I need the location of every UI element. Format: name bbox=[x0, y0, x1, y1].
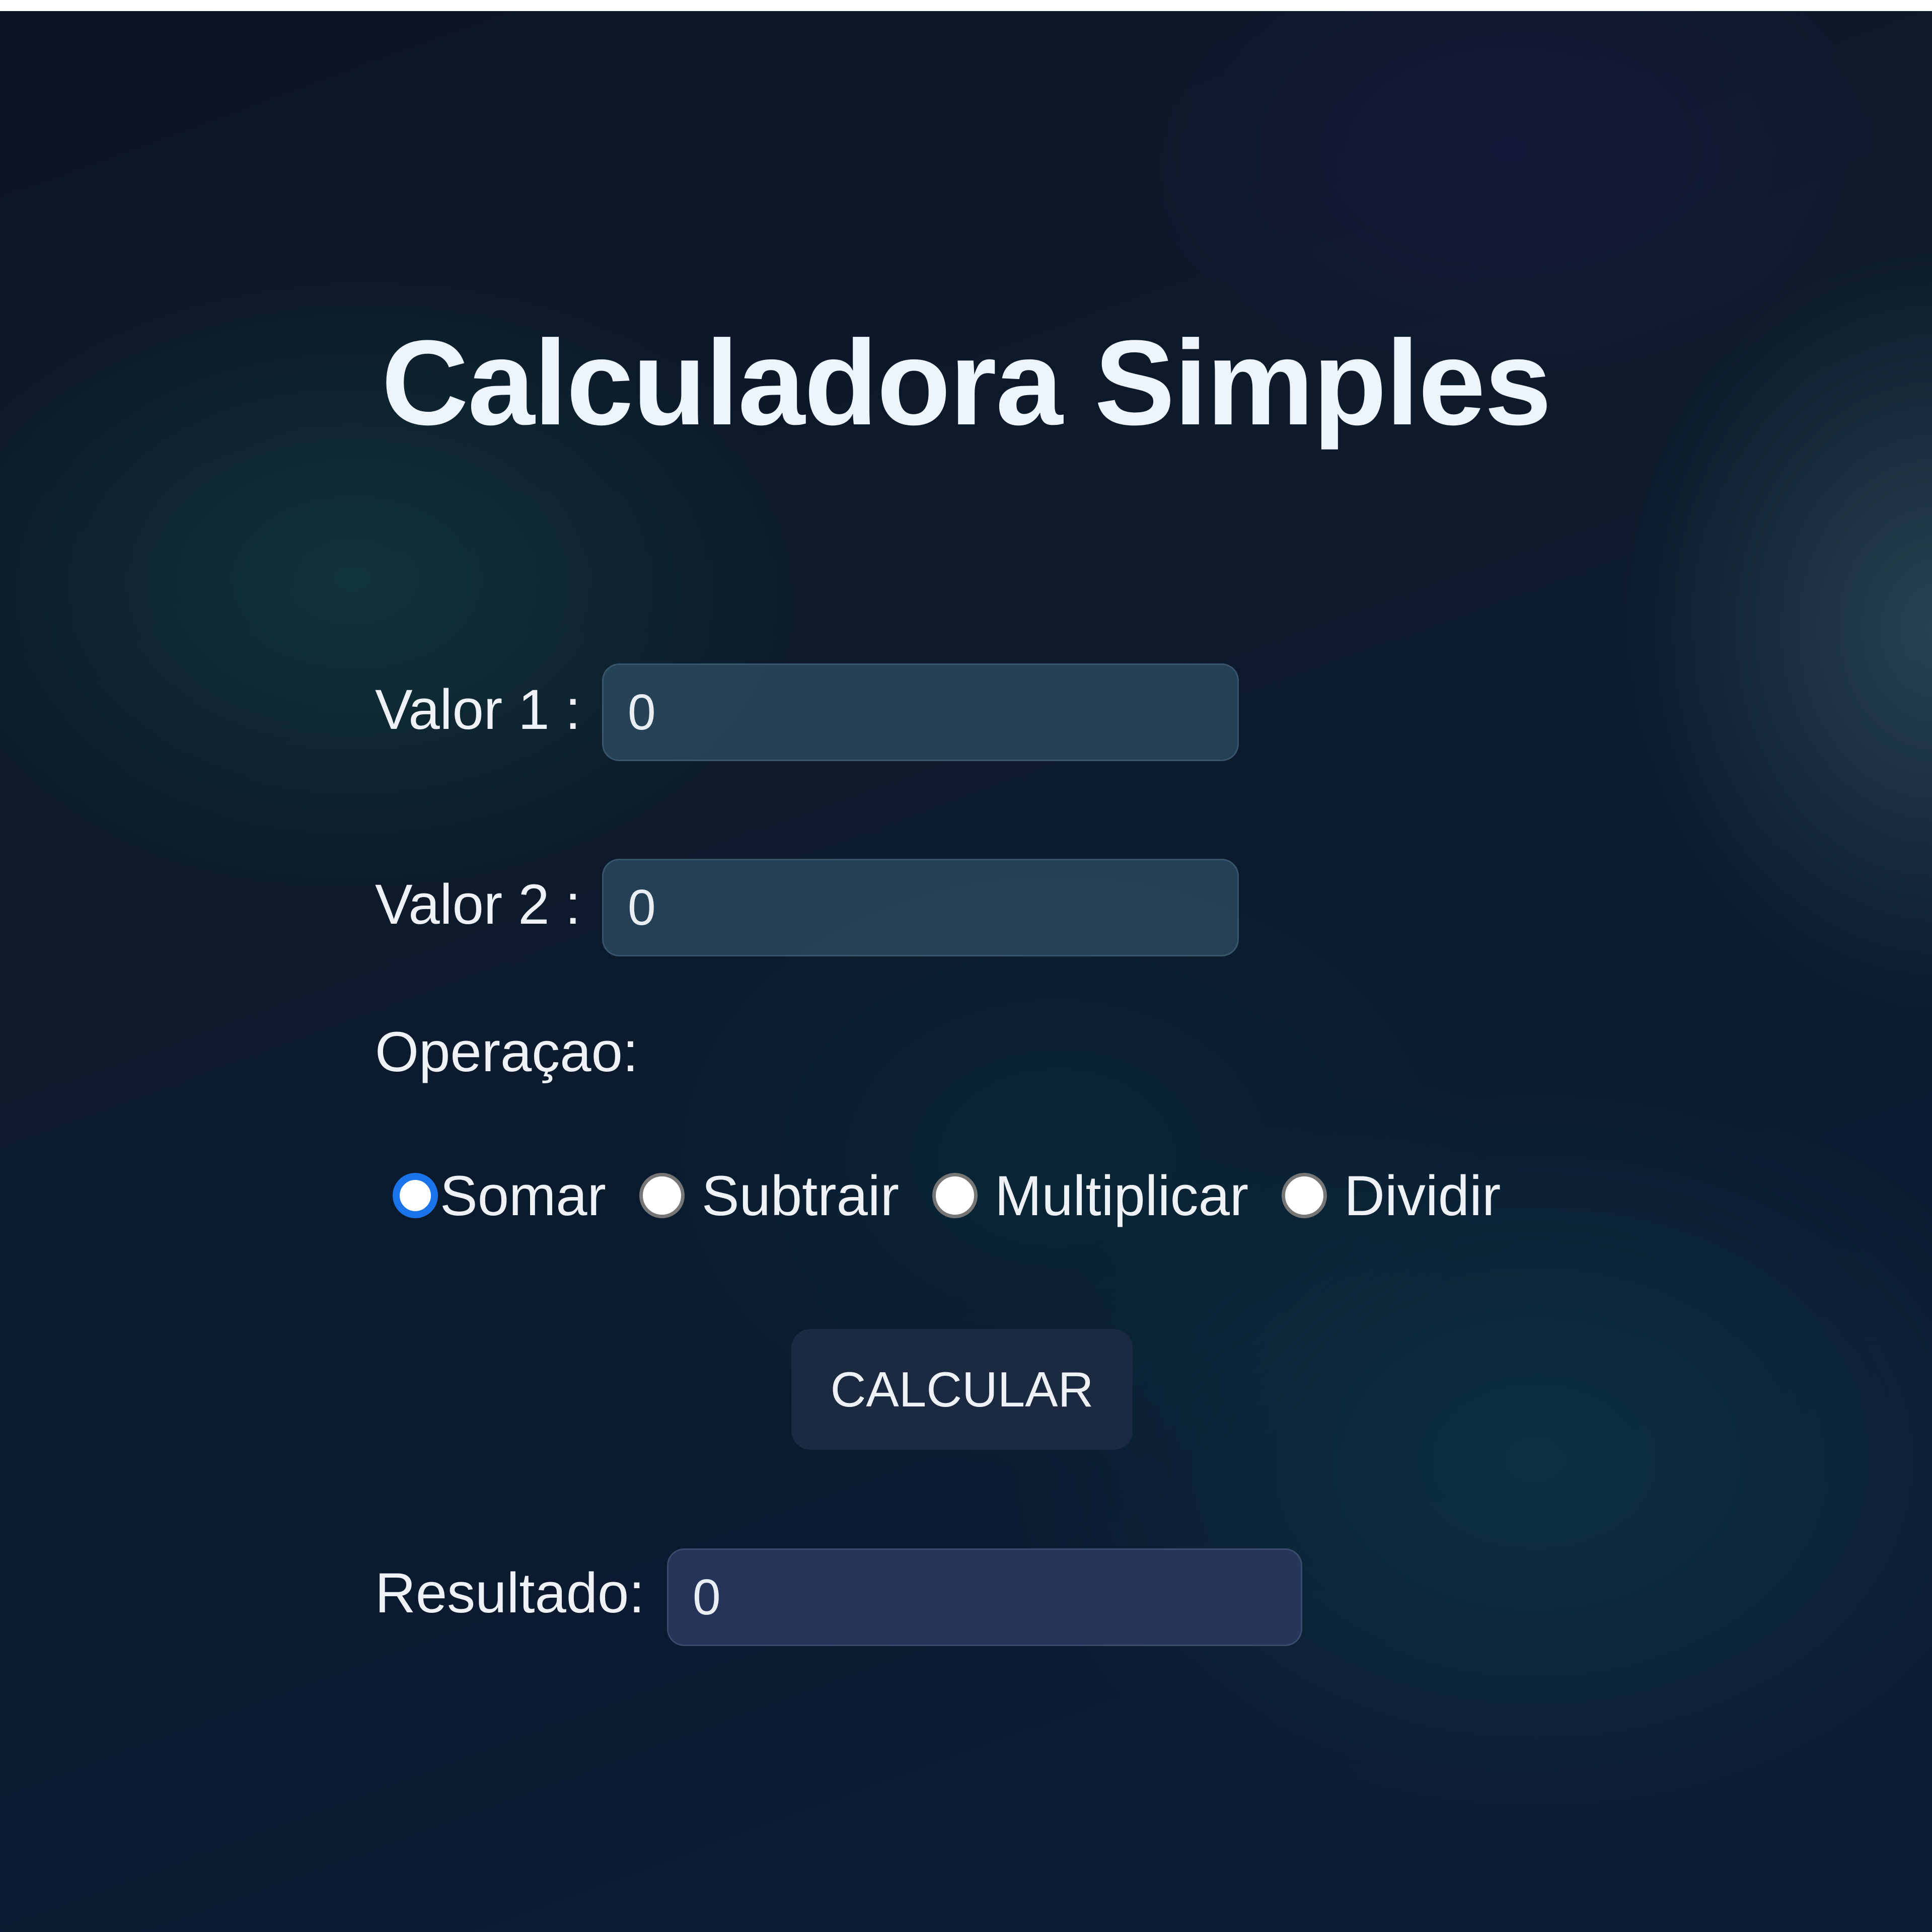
radio-somar[interactable] bbox=[393, 1173, 438, 1218]
valor1-input[interactable] bbox=[602, 663, 1239, 761]
top-strip bbox=[0, 0, 1932, 11]
valor1-label: Valor 1 : bbox=[375, 678, 581, 741]
radio-subtrair[interactable] bbox=[639, 1173, 685, 1218]
valor2-input[interactable] bbox=[602, 859, 1239, 956]
radio-label-subtrair[interactable]: Subtrair bbox=[702, 1163, 899, 1228]
radio-label-multiplicar[interactable]: Multiplicar bbox=[995, 1163, 1248, 1228]
valor2-label: Valor 2 : bbox=[375, 873, 581, 936]
result-label: Resultado: bbox=[375, 1562, 645, 1624]
radio-dividir[interactable] bbox=[1282, 1173, 1327, 1218]
operation-radio-group: Somar Subtrair Multiplicar Dividir bbox=[393, 1158, 1501, 1233]
radio-multiplicar[interactable] bbox=[932, 1173, 978, 1218]
calculate-button[interactable]: CALCULAR bbox=[791, 1329, 1133, 1450]
page-title: Calculadora Simples bbox=[381, 315, 1552, 450]
result-field[interactable] bbox=[667, 1548, 1302, 1646]
radio-label-somar[interactable]: Somar bbox=[440, 1163, 606, 1228]
operation-label: Operaçao: bbox=[375, 1020, 638, 1083]
radio-label-dividir[interactable]: Dividir bbox=[1344, 1163, 1501, 1228]
